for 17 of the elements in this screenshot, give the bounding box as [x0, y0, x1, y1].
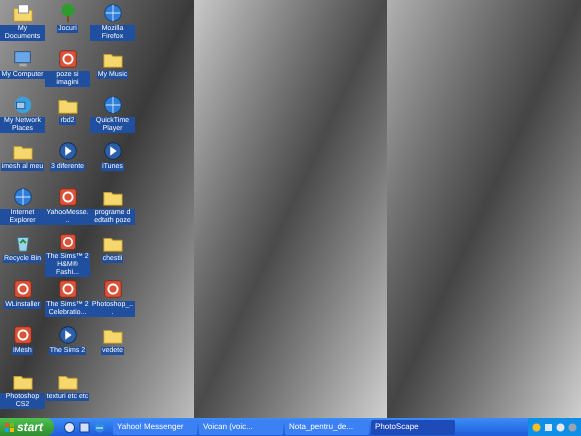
taskbar-button[interactable]: Nota_pentru_de...	[285, 420, 369, 434]
quick-launch-icon[interactable]	[79, 422, 90, 432]
app-icon[interactable]	[56, 48, 78, 70]
app-icon[interactable]	[56, 278, 78, 300]
taskbar-button[interactable]: Voican (voic...	[199, 420, 283, 434]
app-icon[interactable]	[56, 186, 78, 208]
taskbar-button[interactable]: PhotoScape	[371, 420, 455, 434]
app-icon[interactable]	[12, 278, 34, 300]
folder-icon[interactable]	[12, 2, 34, 24]
windows-logo-icon	[5, 422, 14, 432]
app-icon[interactable]	[102, 278, 124, 300]
play-icon[interactable]	[102, 140, 124, 162]
play-icon[interactable]	[56, 140, 78, 162]
quick-launch-icon[interactable]	[64, 422, 75, 432]
play-icon[interactable]	[56, 324, 78, 346]
app-icon[interactable]	[12, 324, 34, 346]
taskbar-button[interactable]: Yahoo! Messenger	[113, 420, 197, 434]
